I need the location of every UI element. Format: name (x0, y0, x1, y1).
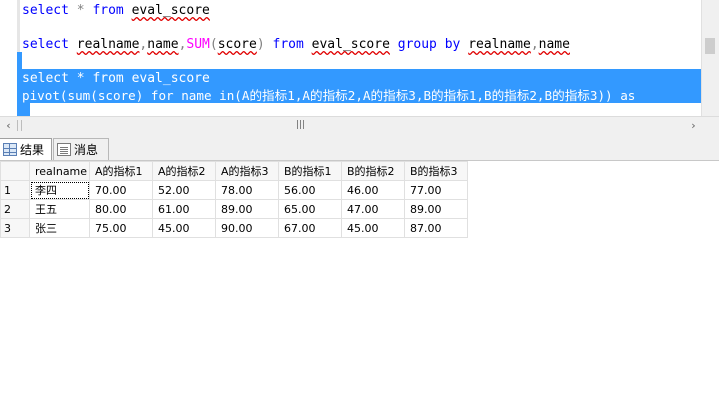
table-row[interactable]: 3 张三 75.00 45.00 90.00 67.00 45.00 87.00 (0, 218, 468, 238)
tab-messages[interactable]: 消息 (53, 138, 109, 160)
results-grid-pane[interactable]: realname A的指标1 A的指标2 A的指标3 B的指标1 B的指标2 B… (0, 161, 719, 400)
grip-icon[interactable]: ||| (296, 121, 305, 130)
editor-horizontal-scrollbar[interactable]: ‹ ||| › (0, 116, 719, 135)
grid-cell[interactable]: 70.00 (89, 180, 153, 200)
sql-editor[interactable]: select * from eval_score select realname… (0, 0, 719, 116)
column-header[interactable]: A的指标1 (89, 161, 153, 181)
column-header[interactable]: B的指标2 (341, 161, 405, 181)
row-number-header[interactable] (0, 161, 30, 181)
grid-cell[interactable]: 56.00 (278, 180, 342, 200)
row-number[interactable]: 1 (0, 180, 30, 200)
grid-cell[interactable]: 李四 (29, 180, 90, 200)
grid-cell[interactable]: 90.00 (215, 218, 279, 238)
messages-icon (57, 143, 71, 156)
vertical-scroll-thumb[interactable] (705, 38, 715, 54)
grid-cell[interactable]: 89.00 (404, 199, 468, 219)
code-line-3[interactable]: select * from eval_score (22, 70, 210, 87)
grid-cell[interactable]: 75.00 (89, 218, 153, 238)
tab-results-label: 结果 (20, 143, 45, 157)
grid-header-row: realname A的指标1 A的指标2 A的指标3 B的指标1 B的指标2 B… (0, 161, 468, 181)
column-header[interactable]: A的指标3 (215, 161, 279, 181)
grid-cell[interactable]: 78.00 (215, 180, 279, 200)
grid-cell[interactable]: 80.00 (89, 199, 153, 219)
text-selection-highlight-tail (22, 103, 30, 116)
editor-vertical-scrollbar[interactable] (701, 0, 719, 116)
grid-cell[interactable]: 45.00 (341, 218, 405, 238)
grid-cell[interactable]: 46.00 (341, 180, 405, 200)
tab-results[interactable]: 结果 (0, 138, 52, 160)
column-header[interactable]: B的指标1 (278, 161, 342, 181)
column-header[interactable]: realname (29, 161, 90, 181)
grid-cell[interactable]: 77.00 (404, 180, 468, 200)
results-grid[interactable]: realname A的指标1 A的指标2 A的指标3 B的指标1 B的指标2 B… (0, 161, 468, 238)
table-row[interactable]: 1 李四 70.00 52.00 78.00 56.00 46.00 77.00 (0, 180, 468, 200)
splitter-handle[interactable] (17, 120, 22, 131)
grid-cell[interactable]: 67.00 (278, 218, 342, 238)
grid-cell[interactable]: 89.00 (215, 199, 279, 219)
grid-cell[interactable]: 47.00 (341, 199, 405, 219)
grid-cell[interactable]: 张三 (29, 218, 90, 238)
column-header[interactable]: A的指标2 (152, 161, 216, 181)
results-tab-bar: 结果 消息 (0, 134, 719, 161)
grid-cell[interactable]: 王五 (29, 199, 90, 219)
arrow-left-icon[interactable]: ‹ (0, 117, 17, 134)
grid-icon (3, 143, 17, 156)
grid-cell[interactable]: 65.00 (278, 199, 342, 219)
tab-messages-label: 消息 (74, 143, 99, 157)
column-header[interactable]: B的指标3 (404, 161, 468, 181)
arrow-right-icon[interactable]: › (685, 117, 702, 134)
grid-cell[interactable]: 87.00 (404, 218, 468, 238)
grid-cell[interactable]: 61.00 (152, 199, 216, 219)
code-line-2[interactable]: select realname,name,SUM(score) from eva… (22, 36, 570, 53)
row-number[interactable]: 2 (0, 199, 30, 219)
row-number[interactable]: 3 (0, 218, 30, 238)
editor-gutter (0, 0, 17, 116)
code-line-4[interactable]: pivot(sum(score) for name in(A的指标1,A的指标2… (22, 87, 635, 104)
table-row[interactable]: 2 王五 80.00 61.00 89.00 65.00 47.00 89.00 (0, 199, 468, 219)
grid-cell[interactable]: 52.00 (152, 180, 216, 200)
grid-cell[interactable]: 45.00 (152, 218, 216, 238)
code-line-1[interactable]: select * from eval_score (22, 2, 210, 19)
